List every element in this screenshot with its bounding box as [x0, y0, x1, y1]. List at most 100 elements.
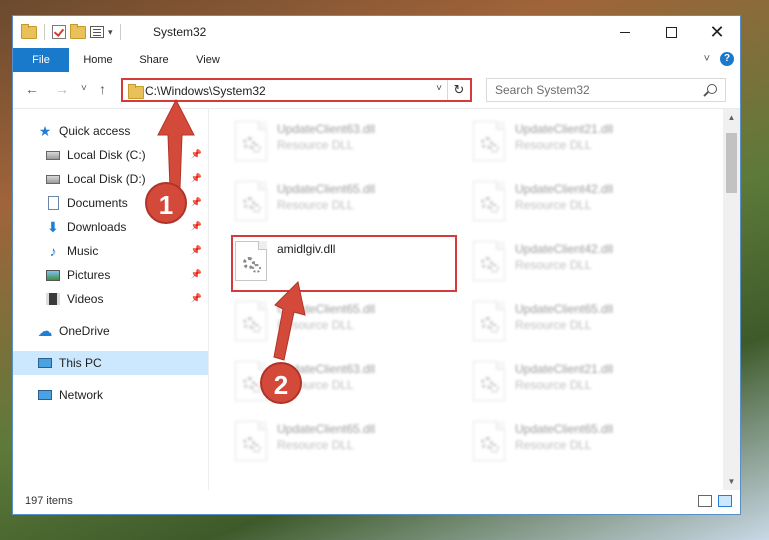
tab-file[interactable]: File	[13, 48, 69, 72]
file-highlight-box	[231, 235, 457, 292]
disk-icon	[45, 147, 61, 163]
file-item[interactable]: UpdateClient65.dll Resource DLL	[229, 417, 459, 469]
file-item[interactable]: UpdateClient65.dll Resource DLL	[229, 177, 459, 229]
pin-icon: 📌	[190, 293, 202, 303]
scroll-up-icon[interactable]: ▲	[723, 109, 740, 126]
file-name: UpdateClient65.dll	[277, 182, 376, 196]
pin-icon: 📌	[190, 221, 202, 231]
sidebar-item-local-disk-c[interactable]: Local Disk (C:) 📌	[13, 143, 208, 167]
item-count: 197 items	[25, 495, 73, 507]
file-name: UpdateClient65.dll	[515, 302, 614, 316]
folder-icon[interactable]	[21, 23, 37, 39]
file-type: Resource DLL	[515, 198, 592, 212]
sidebar-item-label: Documents	[67, 196, 128, 210]
file-item[interactable]: UpdateClient21.dll Resource DLL	[467, 357, 697, 409]
vertical-scrollbar[interactable]: ▲ ▼	[723, 109, 740, 490]
pin-icon: 📌	[190, 269, 202, 279]
address-bar[interactable]: C:\Windows\System32 ˅ ↻	[121, 78, 472, 102]
sidebar-item-label: Music	[67, 244, 99, 258]
videos-icon	[45, 291, 61, 307]
sidebar-item-pictures[interactable]: Pictures 📌	[13, 263, 208, 287]
dll-file-icon	[473, 241, 505, 281]
navigation-pane: ★ Quick access Local Disk (C:) 📌 Local D…	[13, 109, 209, 490]
sidebar-item-label: Pictures	[67, 268, 111, 282]
scrollbar-thumb[interactable]	[726, 133, 737, 193]
star-icon: ★	[38, 122, 52, 139]
file-item[interactable]: UpdateClient42.dll Resource DLL	[467, 177, 697, 229]
file-item[interactable]: UpdateClient21.dll Resource DLL	[467, 117, 697, 169]
recent-locations-chevron-icon[interactable]: ˅	[81, 83, 87, 94]
file-item[interactable]: UpdateClient65.dll Resource DLL	[229, 297, 459, 349]
pin-icon: 📌	[190, 197, 202, 207]
sidebar-item-this-pc[interactable]: This PC	[13, 351, 208, 375]
tab-home[interactable]: Home	[73, 48, 123, 72]
dll-file-icon	[235, 421, 267, 461]
sidebar-item-label: OneDrive	[59, 324, 110, 338]
forward-arrow-icon[interactable]: →	[55, 81, 69, 97]
sidebar-item-music[interactable]: ♪ Music 📌	[13, 239, 208, 263]
file-type: Resource DLL	[515, 138, 592, 152]
tab-share[interactable]: Share	[129, 48, 179, 72]
file-name: UpdateClient42.dll	[515, 242, 614, 256]
properties-icon[interactable]	[90, 26, 104, 38]
sidebar-item-label: Videos	[67, 292, 104, 306]
up-arrow-icon[interactable]: ↑	[99, 81, 106, 97]
close-button[interactable]: ✕	[694, 16, 740, 48]
sidebar-item-videos[interactable]: Videos 📌	[13, 287, 208, 311]
network-icon	[37, 387, 53, 403]
back-arrow-icon[interactable]: ←	[25, 81, 39, 97]
file-type: Resource DLL	[277, 198, 354, 212]
file-type: Resource DLL	[515, 438, 592, 452]
title-bar: ▾ System32 ✕	[13, 16, 740, 48]
view-toggle	[698, 495, 732, 507]
address-dropdown-chevron-icon[interactable]: ˅	[436, 83, 442, 94]
file-name: UpdateClient65.dll	[515, 422, 614, 436]
sidebar-item-label: Network	[59, 388, 104, 402]
expand-ribbon-chevron-icon[interactable]: ˅	[704, 53, 710, 65]
minimize-icon	[620, 31, 630, 33]
scroll-down-icon[interactable]: ▼	[723, 473, 740, 490]
file-item[interactable]: UpdateClient65.dll Resource DLL	[467, 417, 697, 469]
pin-icon: 📌	[190, 245, 202, 255]
maximize-button[interactable]	[648, 16, 694, 48]
address-path[interactable]: C:\Windows\System32	[145, 84, 266, 98]
search-placeholder: Search System32	[495, 83, 590, 97]
maximize-icon	[665, 26, 677, 38]
file-list: UpdateClient63.dll Resource DLL UpdateCl…	[209, 109, 723, 490]
pin-icon: 📌	[190, 149, 202, 159]
properties-check-icon[interactable]	[52, 25, 66, 39]
folder-icon	[128, 84, 144, 99]
sidebar-item-quick-access[interactable]: ★ Quick access	[13, 119, 208, 143]
download-icon: ⬇	[47, 218, 59, 235]
refresh-icon[interactable]: ↻	[447, 80, 470, 100]
sidebar-item-onedrive[interactable]: ☁ OneDrive	[13, 319, 208, 343]
dll-file-icon	[473, 421, 505, 461]
large-icons-view-icon[interactable]	[718, 495, 732, 507]
dll-file-icon	[473, 181, 505, 221]
disk-icon	[45, 171, 61, 187]
file-type: Resource DLL	[277, 138, 354, 152]
file-name: UpdateClient65.dll	[277, 422, 376, 436]
sidebar-item-network[interactable]: Network	[13, 383, 208, 407]
navigation-bar: ← → ˅ ↑ C:\Windows\System32 ˅ ↻ Search S…	[13, 72, 740, 109]
file-item[interactable]: UpdateClient63.dll Resource DLL	[229, 117, 459, 169]
pin-icon: 📌	[190, 173, 202, 183]
details-view-icon[interactable]	[698, 495, 712, 507]
file-item[interactable]: UpdateClient42.dll Resource DLL	[467, 237, 697, 289]
search-input[interactable]: Search System32	[486, 78, 726, 102]
sidebar-item-label: Downloads	[67, 220, 127, 234]
minimize-button[interactable]	[602, 16, 648, 48]
file-type: Resource DLL	[277, 318, 354, 332]
dll-file-icon	[235, 181, 267, 221]
sidebar-item-label: This PC	[59, 356, 102, 370]
new-folder-icon[interactable]	[70, 23, 86, 39]
tab-view[interactable]: View	[183, 48, 233, 72]
close-icon: ✕	[709, 22, 725, 42]
search-icon[interactable]	[707, 84, 717, 94]
file-item[interactable]: UpdateClient65.dll Resource DLL	[467, 297, 697, 349]
file-name: UpdateClient21.dll	[515, 362, 614, 376]
customize-toolbar-dropdown[interactable]: ▾	[108, 27, 113, 38]
help-icon[interactable]: ?	[720, 52, 734, 66]
file-name: UpdateClient42.dll	[515, 182, 614, 196]
dll-file-icon	[473, 361, 505, 401]
